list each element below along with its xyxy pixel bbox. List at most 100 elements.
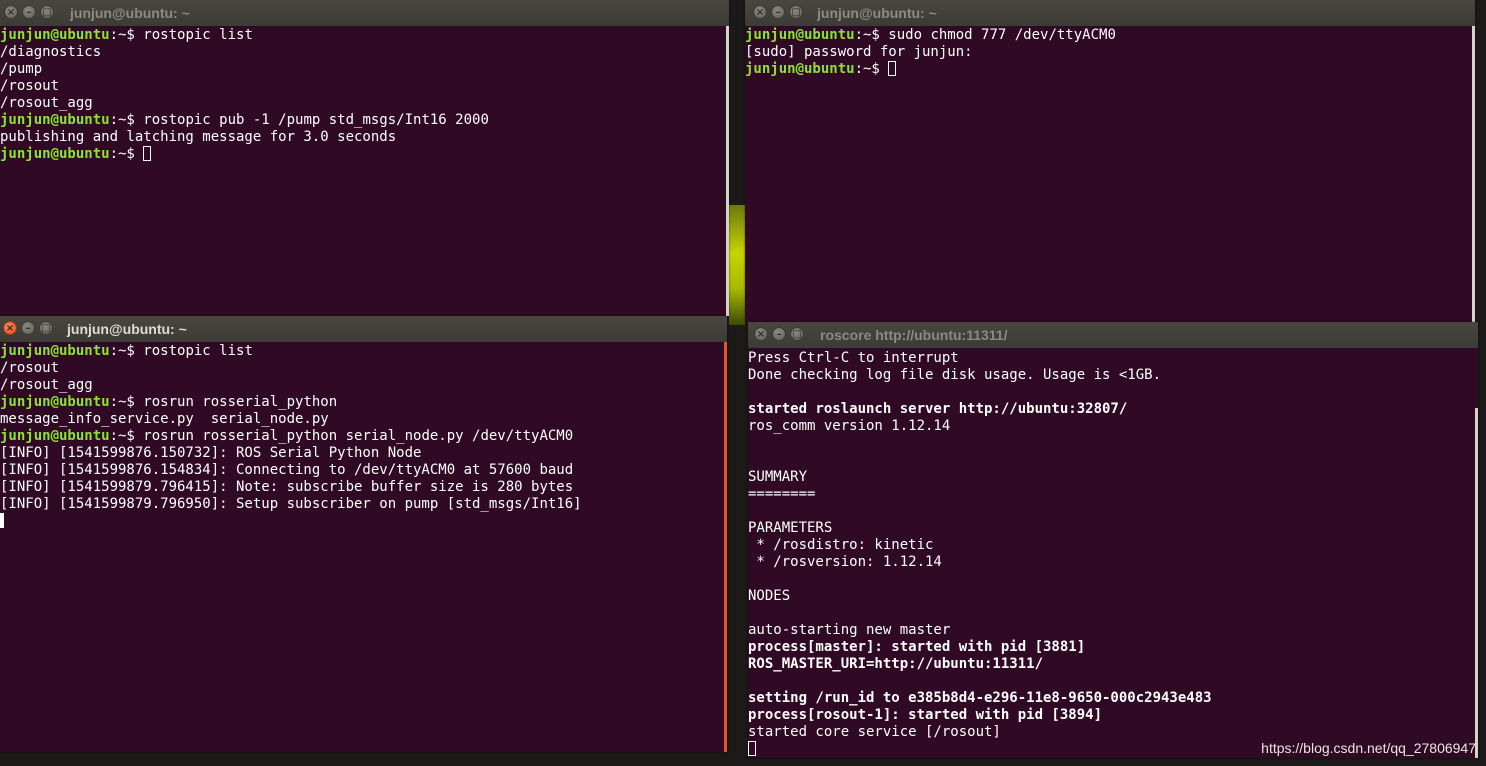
terminal-line: started core service [/rosout]	[748, 724, 1478, 741]
titlebar[interactable]: × – □ roscore http://ubuntu:11311/	[748, 322, 1478, 348]
terminal-line: auto-starting new master	[748, 622, 1478, 639]
terminal-line: Done checking log file disk usage. Usage…	[748, 367, 1478, 384]
terminal-line: /rosout	[0, 360, 727, 377]
terminal-line: started roslaunch server http://ubuntu:3…	[748, 401, 1478, 418]
output-text: [INFO] [1541599879.796950]: Setup subscr…	[0, 496, 582, 512]
output-text: process[master]: started with pid [3881]	[748, 639, 1086, 655]
close-icon[interactable]: ×	[754, 327, 768, 341]
prompt-user: junjun@ubuntu	[745, 27, 855, 43]
output-text: ROS_MASTER_URI=http://ubuntu:11311/	[748, 656, 1044, 672]
maximize-icon[interactable]: □	[789, 5, 803, 19]
output-text: * /rosdistro: kinetic	[748, 537, 934, 553]
scrollbar[interactable]	[726, 26, 729, 316]
titlebar[interactable]: × – □ junjun@ubuntu: ~	[0, 316, 727, 342]
output-text: [sudo] password for junjun:	[745, 44, 973, 60]
output-text: auto-starting new master	[748, 622, 951, 638]
output-text: started core service [/rosout]	[748, 724, 1001, 740]
terminal-line: PARAMETERS	[748, 520, 1478, 537]
maximize-icon[interactable]: □	[40, 5, 54, 19]
terminal-line: publishing and latching message for 3.0 …	[0, 129, 729, 146]
terminal-window-top-left[interactable]: × – □ junjun@ubuntu: ~ junjun@ubuntu:~$ …	[0, 0, 729, 316]
output-text: Press Ctrl-C to interrupt	[748, 350, 959, 366]
terminal-content[interactable]: junjun@ubuntu:~$ rostopic list/rosout/ro…	[0, 342, 727, 752]
scrollbar[interactable]	[1475, 408, 1478, 758]
terminal-window-bottom-left[interactable]: × – □ junjun@ubuntu: ~ junjun@ubuntu:~$ …	[0, 316, 727, 752]
terminal-line: /rosout	[0, 78, 729, 95]
terminal-window-roscore[interactable]: × – □ roscore http://ubuntu:11311/ Press…	[748, 322, 1478, 758]
terminal-line: junjun@ubuntu:~$ rostopic list	[0, 27, 729, 44]
output-text: process[rosout-1]: started with pid [389…	[748, 707, 1103, 723]
terminal-line: ========	[748, 486, 1478, 503]
prompt-user: junjun@ubuntu	[0, 146, 110, 162]
terminal-line: /diagnostics	[0, 44, 729, 61]
close-icon[interactable]: ×	[4, 5, 18, 19]
terminal-content[interactable]: junjun@ubuntu:~$ rostopic list/diagnosti…	[0, 26, 729, 316]
output-text: message_info_service.py serial_node.py	[0, 411, 329, 427]
output-text: ros_comm version 1.12.14	[748, 418, 951, 434]
output-text: started roslaunch server http://ubuntu:3…	[748, 401, 1128, 417]
window-title: junjun@ubuntu: ~	[817, 5, 937, 21]
command-text: rosrun rosserial_python serial_node.py /…	[143, 428, 574, 444]
close-icon[interactable]: ×	[753, 5, 767, 19]
prompt-path: :~$	[109, 428, 144, 444]
titlebar[interactable]: × – □ junjun@ubuntu: ~	[745, 0, 1475, 26]
terminal-content[interactable]: junjun@ubuntu:~$ sudo chmod 777 /dev/tty…	[745, 26, 1475, 322]
terminal-line: [INFO] [1541599876.150732]: ROS Serial P…	[0, 445, 727, 462]
terminal-line: [INFO] [1541599879.796415]: Note: subscr…	[0, 479, 727, 496]
prompt-user: junjun@ubuntu	[0, 428, 110, 444]
terminal-line: * /rosversion: 1.12.14	[748, 554, 1478, 571]
output-text: [INFO] [1541599879.796415]: Note: subscr…	[0, 479, 574, 495]
titlebar[interactable]: × – □ junjun@ubuntu: ~	[0, 0, 729, 26]
scrollbar[interactable]	[724, 342, 727, 752]
watermark-url: https://blog.csdn.net/qq_27806947	[1261, 740, 1476, 756]
maximize-icon[interactable]: □	[790, 327, 804, 341]
window-title: junjun@ubuntu: ~	[70, 5, 190, 21]
output-text: Done checking log file disk usage. Usage…	[748, 367, 1162, 383]
terminal-line	[0, 513, 727, 530]
minimize-icon[interactable]: –	[772, 327, 786, 341]
output-text: * /rosversion: 1.12.14	[748, 554, 942, 570]
terminal-window-top-right[interactable]: × – □ junjun@ubuntu: ~ junjun@ubuntu:~$ …	[745, 0, 1475, 322]
terminal-line: process[rosout-1]: started with pid [389…	[748, 707, 1478, 724]
terminal-line: NODES	[748, 588, 1478, 605]
terminal-line: Press Ctrl-C to interrupt	[748, 350, 1478, 367]
terminal-content[interactable]: Press Ctrl-C to interrupt Done checking l…	[748, 349, 1478, 758]
output-text: publishing and latching message for 3.0 …	[0, 129, 397, 145]
output-text: /rosout	[0, 78, 60, 94]
prompt-user: junjun@ubuntu	[0, 343, 110, 359]
prompt-path: :~$	[854, 27, 889, 43]
command-text: rostopic list	[143, 343, 253, 359]
scrollbar[interactable]	[1472, 26, 1475, 322]
close-icon[interactable]: ×	[3, 321, 17, 335]
output-text: /pump	[0, 61, 43, 77]
prompt-path: :~$	[109, 27, 144, 43]
prompt-user: junjun@ubuntu	[745, 61, 855, 77]
output-text: [INFO] [1541599876.154834]: Connecting t…	[0, 462, 574, 478]
maximize-icon[interactable]: □	[39, 321, 53, 335]
command-text: sudo chmod 777 /dev/ttyACM0	[888, 27, 1116, 43]
terminal-line: /rosout_agg	[0, 95, 729, 112]
text-cursor	[143, 146, 152, 161]
minimize-icon[interactable]: –	[771, 5, 785, 19]
output-text: /rosout	[0, 360, 60, 376]
minimize-icon[interactable]: –	[21, 321, 35, 335]
command-text: rostopic list	[143, 27, 253, 43]
terminal-line: [INFO] [1541599879.796950]: Setup subscr…	[0, 496, 727, 513]
prompt-path: :~$	[109, 394, 144, 410]
prompt-path: :~$	[854, 61, 889, 77]
terminal-line: junjun@ubuntu:~$ rosrun rosserial_python	[0, 394, 727, 411]
output-text: setting /run_id to e385b8d4-e296-11e8-96…	[748, 690, 1212, 706]
terminal-line: /rosout_agg	[0, 377, 727, 394]
terminal-line: junjun@ubuntu:~$ rosrun rosserial_python…	[0, 428, 727, 445]
minimize-icon[interactable]: –	[22, 5, 36, 19]
prompt-user: junjun@ubuntu	[0, 112, 110, 128]
terminal-line: junjun@ubuntu:~$	[745, 61, 1475, 78]
output-text: /diagnostics	[0, 44, 102, 60]
window-title: roscore http://ubuntu:11311/	[820, 327, 1008, 343]
output-text: NODES	[748, 588, 791, 604]
desktop-wallpaper-strip	[729, 205, 745, 325]
